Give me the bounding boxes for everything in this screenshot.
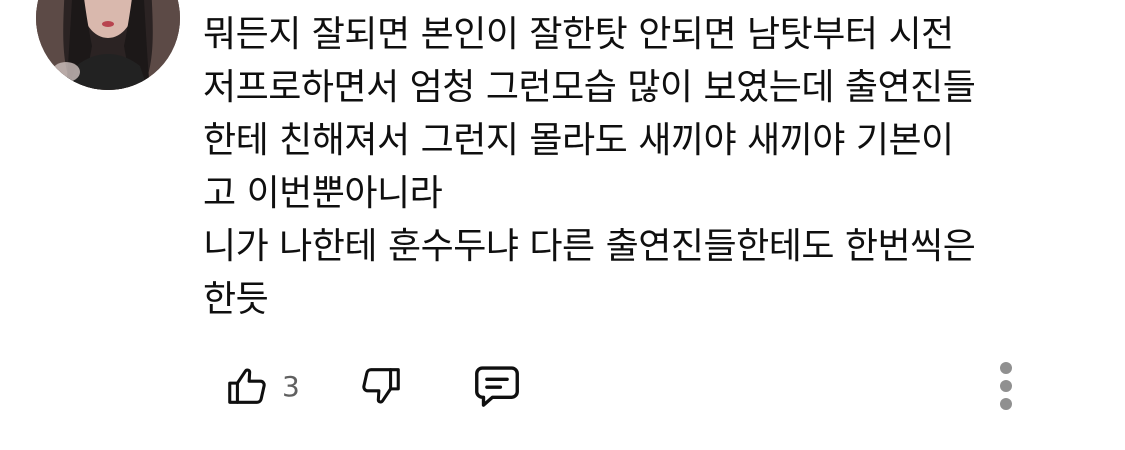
comment-line: 한듯 [203, 279, 269, 320]
comment-line: 니가 나한테 훈수두냐 다른 출연진들한테도 한번씩은 [203, 226, 976, 267]
more-vertical-icon [998, 360, 1014, 412]
reply-button[interactable] [470, 354, 524, 418]
comment-line: 뭐든지 잘되면 본인이 잘한탓 안되면 남탓부터 시전 [203, 14, 954, 55]
thumbs-down-icon [358, 363, 404, 409]
comment-line: 저프로하면서 엄청 그런모습 많이 보였는데 출연진들 [203, 67, 976, 108]
avatar[interactable] [36, 0, 180, 90]
comment-action-bar: 3 [0, 354, 1125, 418]
dislike-button[interactable] [358, 354, 404, 418]
comment-text: 뭐든지 잘되면 본인이 잘한탓 안되면 남탓부터 시전 저프로하면서 엄청 그런… [203, 8, 1083, 326]
like-button[interactable]: 3 [224, 354, 300, 418]
comment-line: 한테 친해져서 그런지 몰라도 새끼야 새끼야 기본이 [203, 120, 954, 161]
thumbs-up-icon [224, 363, 270, 409]
comment-icon [470, 359, 524, 413]
comment-line: 고 이번뿐아니라 [203, 173, 443, 214]
more-options-button[interactable] [986, 354, 1026, 418]
like-count: 3 [282, 369, 300, 403]
